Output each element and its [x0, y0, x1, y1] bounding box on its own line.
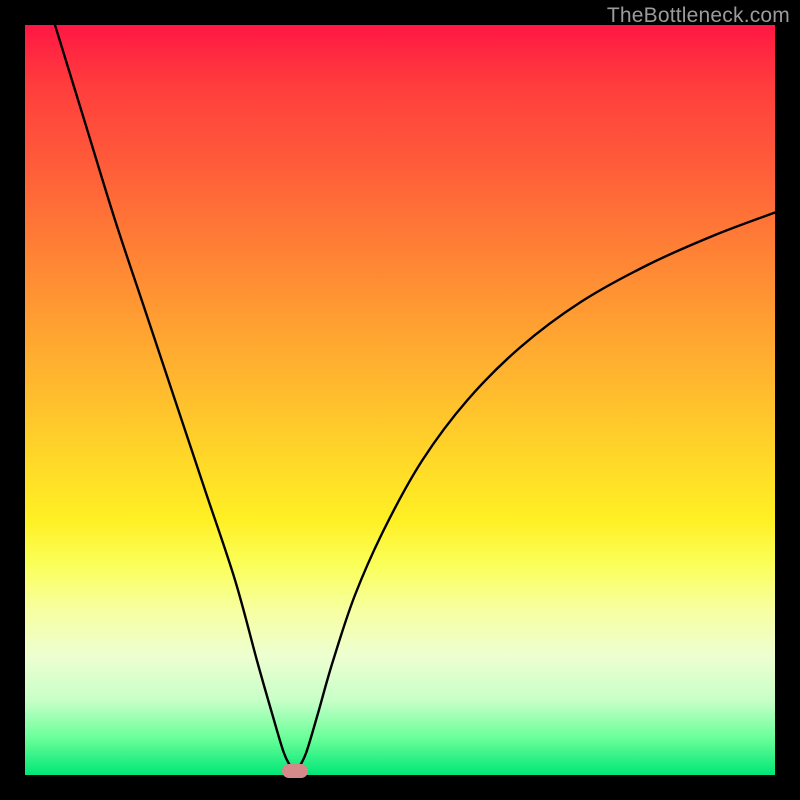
plot-area	[25, 25, 775, 775]
optimum-marker	[282, 764, 308, 778]
chart-frame: TheBottleneck.com	[0, 0, 800, 800]
bottleneck-curve	[25, 25, 775, 775]
